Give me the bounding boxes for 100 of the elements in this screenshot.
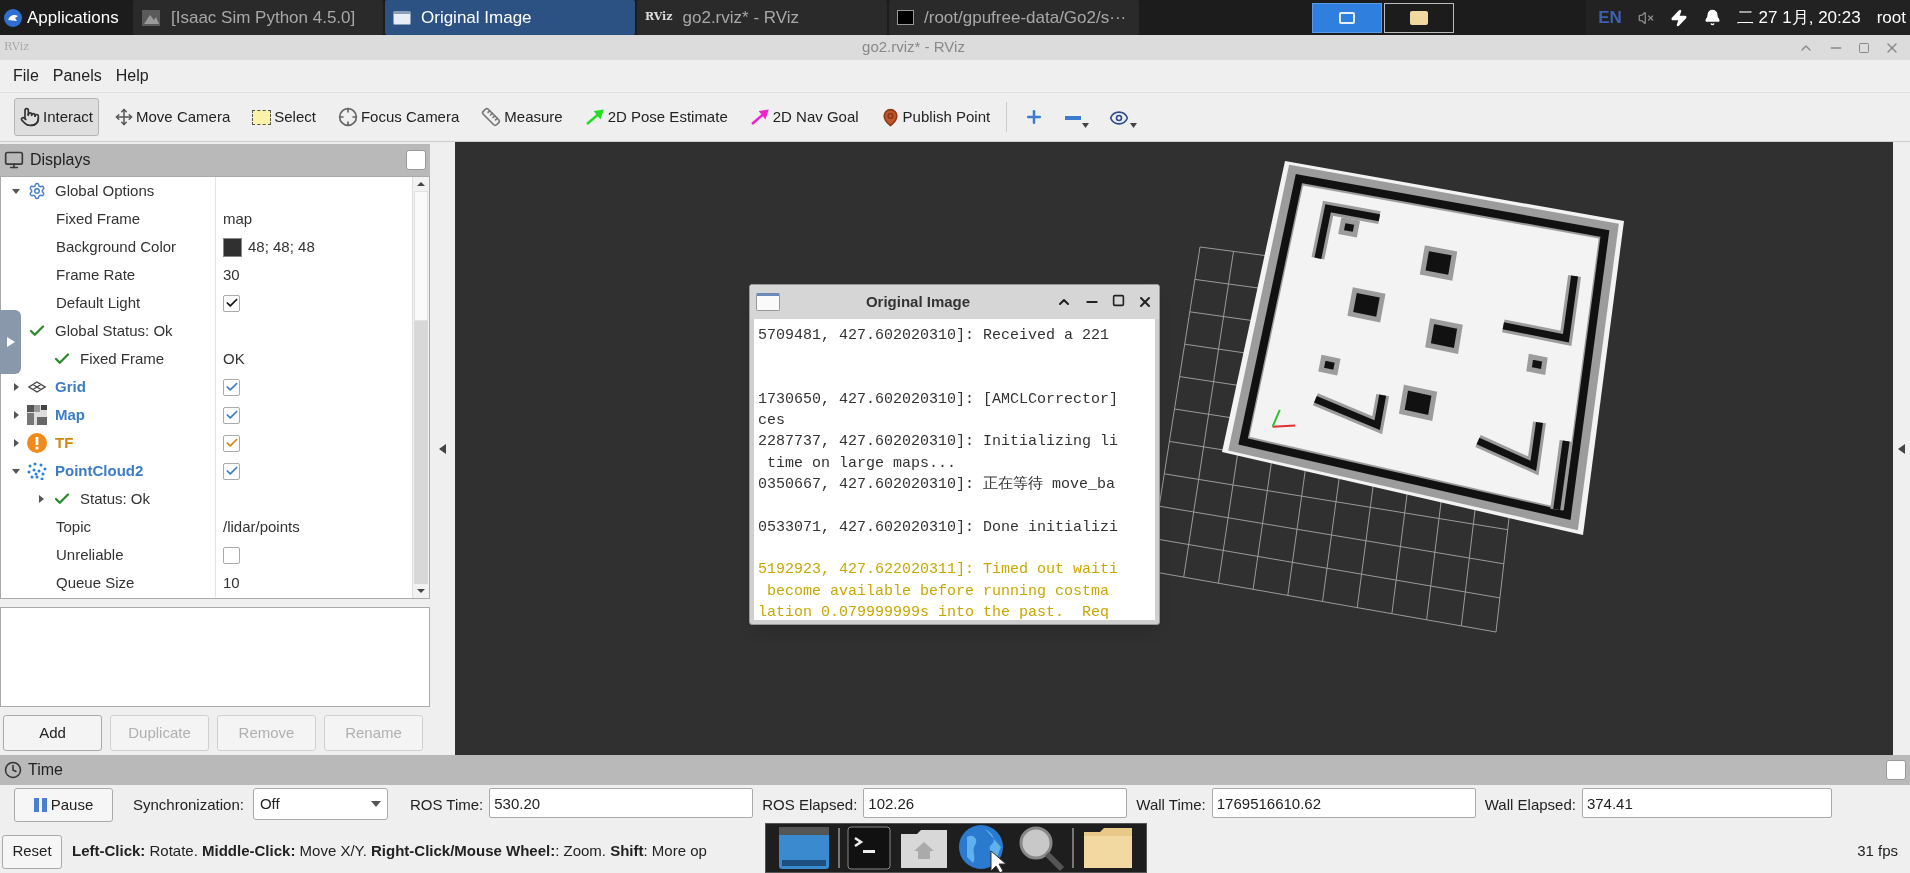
property-label: Global Options — [55, 180, 155, 201]
caret-right-icon[interactable] — [11, 438, 21, 448]
clock[interactable]: 二 27 1月, 20:23 — [1736, 4, 1861, 31]
log-line: 2287737, 427.602020310]: Initializing li — [758, 432, 1119, 453]
tool-button[interactable]: 2D Pose Estimate — [578, 98, 734, 136]
pause-button[interactable]: Pause — [14, 788, 113, 822]
fps-counter: 31 fps — [1857, 841, 1898, 862]
mute-icon[interactable] — [1637, 9, 1654, 26]
log-line: 5192923, 427.622020311]: Timed out waiti — [758, 560, 1119, 581]
log-line: 1730650, 427.602020310]: [AMCLCorrector] — [758, 389, 1119, 410]
caret-down-icon[interactable] — [11, 466, 21, 476]
reset-button[interactable]: Reset — [2, 834, 62, 869]
tool-button[interactable]: Move Camera — [109, 98, 237, 136]
warning-icon — [27, 433, 47, 453]
panel-handle[interactable] — [0, 310, 21, 374]
taskbar-button[interactable]: RViz go2.rviz* - RViz — [637, 0, 887, 35]
workspace-button[interactable] — [1384, 2, 1454, 33]
checkbox[interactable] — [223, 378, 240, 396]
caret-down-icon — [1130, 123, 1138, 128]
menu-item[interactable]: Panels — [52, 64, 102, 88]
minus-icon — [1065, 116, 1082, 120]
workspace-button[interactable] — [1312, 2, 1382, 33]
window-icon — [756, 293, 780, 311]
tool-button[interactable]: Measure — [475, 98, 569, 136]
time-field[interactable]: 374.41 — [1581, 788, 1832, 818]
property-label: Background Color — [56, 236, 177, 257]
log-line: lation 0.079999999s into the past. Req — [758, 602, 1110, 620]
menu-item[interactable]: Help — [115, 64, 149, 88]
display-name[interactable]: Grid — [55, 375, 86, 399]
grid-icon — [28, 381, 46, 393]
caret-down-icon — [1082, 123, 1090, 128]
status-label: Fixed Frame — [80, 348, 165, 369]
taskbar-button[interactable]: /root/gpufree-data/Go2/s··· — [889, 0, 1139, 35]
display-name[interactable]: PointCloud2 — [55, 459, 144, 483]
ruler-icon — [481, 107, 502, 127]
taskbar-button[interactable]: Original Image — [385, 0, 635, 35]
tool-button[interactable]: Focus Camera — [331, 98, 466, 136]
synchronization-dropdown[interactable]: Off — [252, 788, 388, 820]
desktop-icon[interactable] — [777, 826, 830, 870]
play-icon — [6, 337, 15, 347]
taskbar-button[interactable]: [Isaac Sim Python 4.5.0] — [133, 0, 383, 35]
globe-icon[interactable] — [956, 823, 1009, 873]
caret-right-icon[interactable] — [11, 410, 21, 420]
property-label: Queue Size — [56, 572, 135, 593]
collapse-left-icon[interactable] — [439, 443, 446, 454]
checkbox[interactable] — [223, 462, 240, 480]
checkbox[interactable] — [223, 546, 240, 564]
logo-text: RViz — [645, 9, 673, 26]
maximize-icon[interactable] — [1112, 294, 1125, 307]
lightning-icon[interactable] — [1669, 8, 1688, 27]
selection-icon — [252, 109, 272, 125]
time-field[interactable]: 102.26 — [863, 788, 1128, 818]
clock-icon — [4, 761, 22, 779]
close-icon[interactable] — [1137, 294, 1153, 310]
caret-right-icon[interactable] — [36, 494, 46, 504]
float-button[interactable] — [406, 150, 426, 170]
time-field[interactable]: 1769516610.62 — [1211, 788, 1476, 818]
window-icon — [1339, 11, 1355, 24]
property-value: 10 — [223, 572, 240, 593]
tool-button[interactable]: 2D Nav Goal — [743, 98, 865, 136]
log-line: 5709481, 427.602020310]: Received a 221 — [758, 326, 1110, 346]
time-field[interactable]: 530.20 — [489, 788, 754, 818]
terminal-icon[interactable] — [847, 826, 892, 870]
display-name[interactable]: Map — [55, 403, 85, 427]
applications-menu[interactable]: Applications — [0, 0, 133, 35]
float-button[interactable] — [1886, 760, 1906, 780]
log-line: become available before running costma — [766, 581, 1110, 602]
folder-icon — [1410, 10, 1428, 25]
app-icon — [141, 8, 161, 27]
property-value: /lidar/points — [223, 516, 300, 537]
property-value: map — [223, 208, 253, 229]
color-swatch[interactable] — [223, 237, 242, 257]
window-icon — [393, 10, 411, 25]
help-text: Left-Click: Rotate. Middle-Click: Move X/Y. Right-Click/Mouse Wheel:: Zoom. Shift: More op — [72, 841, 707, 862]
panel-button[interactable]: Add — [3, 715, 102, 751]
field-label: ROS Time: — [409, 795, 484, 815]
tool-button[interactable]: Interact — [14, 98, 100, 136]
property-label: Fixed Frame — [56, 208, 141, 229]
checkbox[interactable] — [223, 294, 240, 312]
user-name[interactable]: root — [1876, 4, 1906, 31]
checkbox[interactable] — [223, 406, 240, 424]
tool-button[interactable]: Select — [246, 98, 322, 136]
caret-right-icon[interactable] — [11, 382, 21, 392]
checkbox[interactable] — [223, 434, 240, 452]
menu-item[interactable]: File — [13, 64, 39, 88]
property-value: 48; 48; 48 — [248, 236, 315, 257]
log-line: ces — [758, 411, 785, 432]
scrollbar[interactable] — [412, 177, 429, 598]
caret-down-icon[interactable] — [11, 186, 21, 196]
property-label: Topic — [56, 516, 92, 537]
terminal-icon — [897, 10, 914, 25]
field-label: Synchronization: — [133, 795, 244, 815]
log-line: 0533071, 427.602020310]: Done initializi — [758, 517, 1119, 538]
tool-button[interactable]: Publish Point — [874, 98, 997, 136]
field-label: Wall Time: — [1136, 795, 1206, 815]
collapse-right-icon[interactable] — [1898, 443, 1905, 454]
crosshair-icon — [337, 107, 358, 127]
folder-icon[interactable] — [1082, 826, 1135, 870]
bell-icon[interactable] — [1703, 9, 1721, 26]
field-label: Wall Elapsed: — [1484, 795, 1576, 815]
